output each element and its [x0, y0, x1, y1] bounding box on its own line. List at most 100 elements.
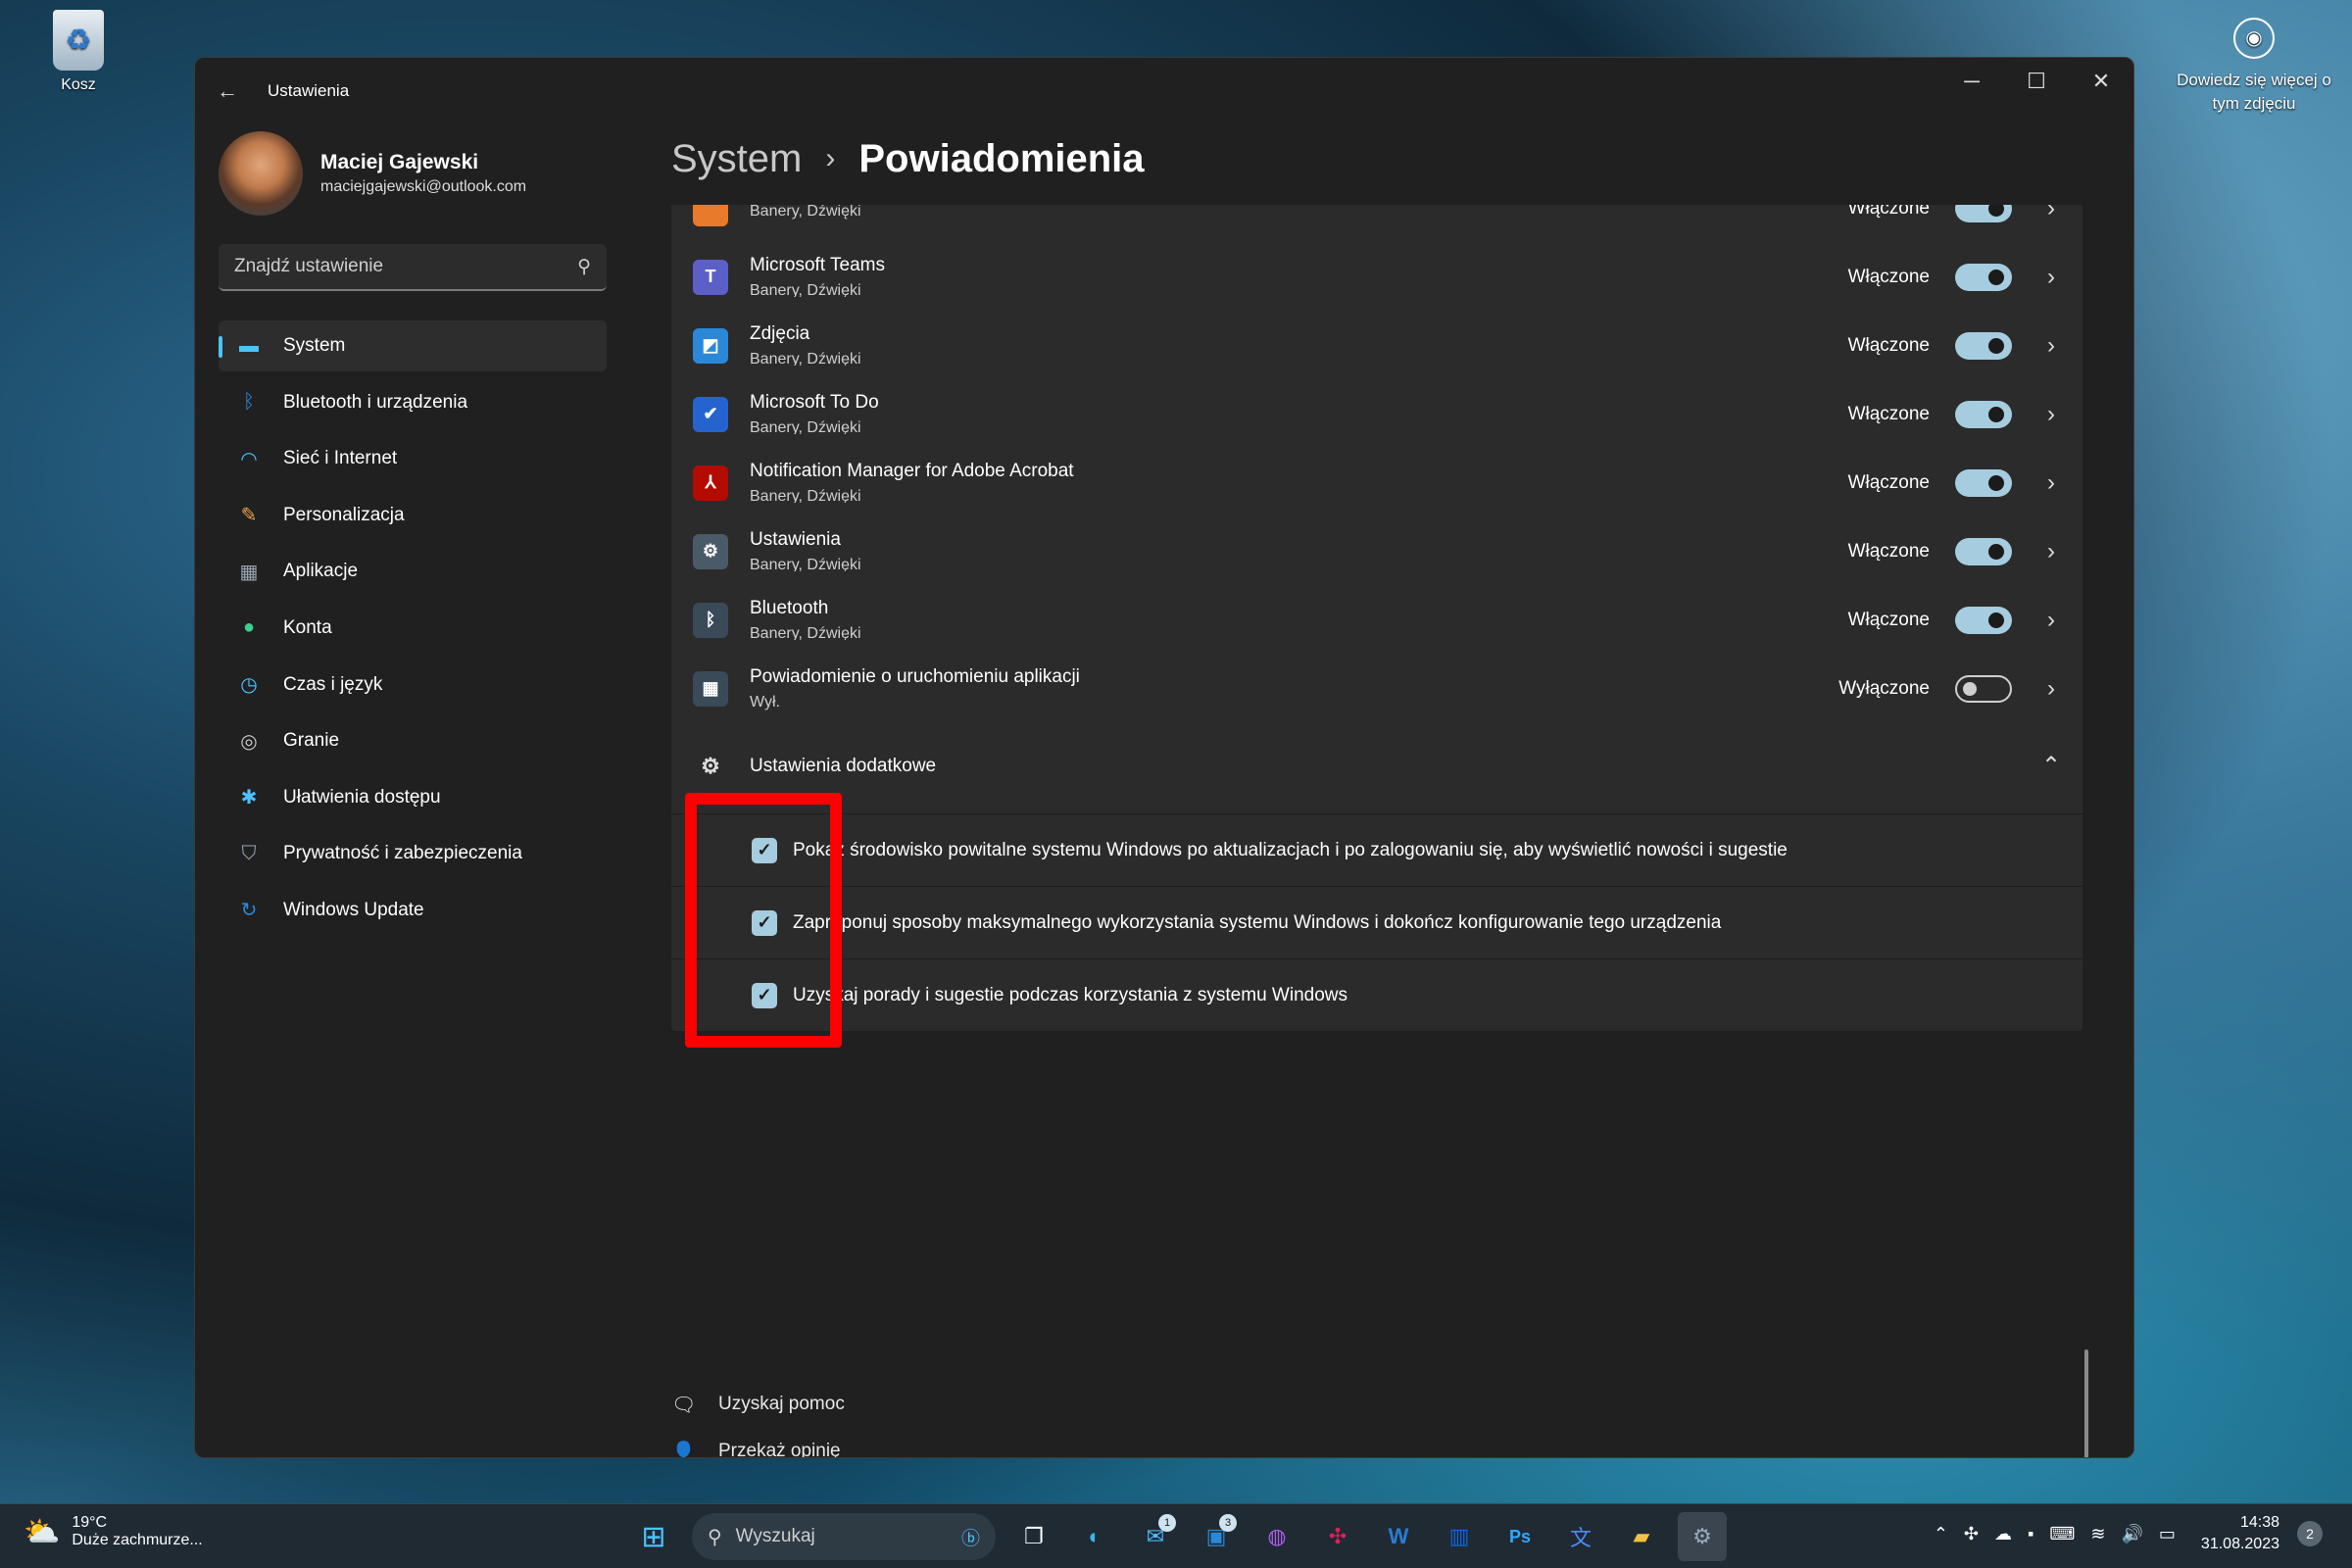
settings-taskbar-button[interactable]: ⚙ — [1678, 1512, 1727, 1561]
chevron-right-icon[interactable]: › — [2032, 675, 2071, 703]
display-icon: ▬ — [239, 334, 259, 357]
app-name: Notification Manager for Adobe Acrobat — [750, 460, 1074, 481]
app-row-text: Microsoft Teams Banery, Dźwięki — [750, 255, 1848, 300]
additional-option[interactable]: ✓ Uzyskaj porady i sugestie podczas korzy… — [671, 959, 2082, 1032]
clock-globe-icon: ◷ — [240, 674, 258, 697]
sidebar-item-7[interactable]: ◎ Granie — [219, 715, 607, 766]
learn-about-picture[interactable]: ◉ Dowiedz się więcej o tym zdjęciu — [2176, 18, 2332, 116]
outlook-button[interactable]: ▣ 3 — [1192, 1512, 1241, 1561]
maximize-button[interactable]: ☐ — [2004, 58, 2069, 105]
taskbar-search[interactable]: ⚲ Wyszukaj ⓑ — [692, 1513, 996, 1560]
app-name: Microsoft To Do — [750, 391, 879, 413]
chevron-right-icon[interactable]: › — [2032, 332, 2071, 360]
translator-button[interactable]: 文 — [1556, 1512, 1605, 1561]
scrollbar[interactable] — [2084, 1349, 2088, 1457]
edge-button[interactable]: ◐ — [1070, 1512, 1119, 1561]
user-profile[interactable]: Maciej Gajewski maciejgajewski@outlook.c… — [219, 124, 607, 222]
settings-window: ← Ustawienia ─ ☐ ✕ Maciej Gajewski macie… — [194, 57, 2134, 1458]
wifi-icon[interactable]: ≋ — [2090, 1524, 2105, 1544]
mail-button[interactable]: ✉ 1 — [1131, 1512, 1180, 1561]
keyboard-icon[interactable]: ⌨ — [2049, 1524, 2075, 1544]
slack-tray-icon[interactable]: ✣ — [1964, 1524, 1979, 1544]
recycle-bin[interactable]: ♻ Kosz — [39, 10, 118, 94]
chevron-up-icon[interactable]: ⌃ — [2032, 752, 2071, 780]
additional-option[interactable]: ✓ Pokaż środowisko powitalne systemu Wind… — [671, 814, 2082, 887]
app-name: Bluetooth — [750, 597, 829, 618]
search-input[interactable]: Znajdź ustawienie ⚲ — [219, 244, 607, 291]
start-button[interactable]: ⊞ — [629, 1512, 678, 1561]
close-button[interactable]: ✕ — [2069, 58, 2133, 105]
chevron-right-icon[interactable]: › — [2032, 538, 2071, 565]
battery-icon[interactable]: ▭ — [2159, 1524, 2176, 1544]
messenger-icon: ◍ — [1267, 1524, 1287, 1548]
checkbox[interactable]: ✓ — [752, 909, 777, 936]
checkbox[interactable]: ✓ — [752, 837, 777, 863]
notification-toggle[interactable] — [1955, 205, 2012, 222]
shield-icon: ⛉ — [241, 842, 257, 864]
app-row-text: Microsoft To Do Banery, Dźwięki — [750, 392, 1848, 437]
slack-button[interactable]: ✣ — [1313, 1512, 1362, 1561]
weather-widget[interactable]: ⛅ 19°C Duże zachmurze... — [24, 1514, 203, 1549]
system-tray: ⌃ ✣ ☁ ▪ ⌨ ≋ 🔊 ▭ 14:38 31.08.2023 2 — [1926, 1512, 2323, 1556]
folder-icon: ▰ — [1633, 1524, 1650, 1548]
device-icon[interactable]: ▪ — [2028, 1524, 2034, 1544]
sidebar-item-2[interactable]: ◠ Sieć i Internet — [219, 433, 607, 484]
checkbox[interactable]: ✓ — [752, 982, 777, 1008]
bluetooth-icon: ᛒ — [243, 391, 255, 414]
word-button[interactable]: W — [1374, 1512, 1423, 1561]
notification-toggle[interactable] — [1955, 331, 2012, 360]
person-icon: ● — [242, 616, 256, 639]
photoshop-button[interactable]: Ps — [1495, 1512, 1544, 1561]
sidebar-item-1[interactable]: ᛒ Bluetooth i urządzenia — [219, 377, 607, 428]
update-icon: ↻ — [240, 900, 258, 922]
notification-toggle[interactable] — [1955, 606, 2012, 634]
additional-settings: ⚙ Ustawienia dodatkowe ⌃ ✓ Pokaż środowisko … — [671, 718, 2082, 1048]
app-row-text: Powiadomienie o uruchomieniu aplikacji Wy… — [750, 666, 1838, 711]
additional-settings-header[interactable]: ⚙ Ustawienia dodatkowe ⌃ — [671, 718, 2082, 814]
clock[interactable]: 14:38 31.08.2023 — [2201, 1512, 2279, 1556]
chevron-right-icon[interactable]: › — [2032, 264, 2071, 291]
sidebar-item-label: Ułatwienia dostępu — [283, 786, 441, 808]
feedback-link[interactable]: 👤 Przekaż opinię — [671, 1428, 845, 1458]
chevron-right-icon[interactable]: › — [2032, 469, 2071, 497]
slack-icon: ✣ — [1328, 1524, 1348, 1548]
trello-button[interactable]: ▥ — [1435, 1512, 1484, 1561]
file-explorer-button[interactable]: ▰ — [1617, 1512, 1666, 1561]
back-button[interactable]: ← — [217, 78, 246, 104]
sidebar-item-10[interactable]: ↻ Windows Update — [219, 885, 607, 936]
notification-toggle[interactable] — [1955, 537, 2012, 565]
notification-toggle[interactable] — [1955, 468, 2012, 497]
help-links: 🗨 Uzyskaj pomoc 👤 Przekaż opinię — [671, 1381, 845, 1458]
option-label: Pokaż środowisko powitalne systemu Windo… — [793, 839, 1788, 860]
chevron-up-icon[interactable]: ⌃ — [1934, 1524, 1948, 1544]
feedback-icon: 👤 — [671, 1441, 696, 1458]
minimize-button[interactable]: ─ — [1939, 58, 2004, 105]
onedrive-icon[interactable]: ☁ — [1994, 1524, 2012, 1544]
notification-toggle[interactable] — [1955, 400, 2012, 428]
additional-option[interactable]: ✓ Zaproponuj sposoby maksymalnego wykorzy… — [671, 887, 2082, 959]
sidebar-item-3[interactable]: ✎ Personalizacja — [219, 490, 607, 541]
sidebar-item-label: Konta — [283, 616, 332, 638]
title-bar: ← Ustawienia — [195, 58, 2133, 124]
sidebar-item-5[interactable]: ● Konta — [219, 603, 607, 654]
sidebar-item-9[interactable]: ⛉ Prywatność i zabezpieczenia — [219, 828, 607, 879]
notification-toggle[interactable] — [1955, 263, 2012, 291]
recycle-bin-icon: ♻ — [53, 10, 104, 71]
notification-toggle[interactable] — [1955, 674, 2012, 703]
chevron-right-icon[interactable]: › — [2032, 607, 2071, 634]
sidebar-item-0[interactable]: ▬ System — [219, 320, 607, 371]
volume-icon[interactable]: 🔊 — [2121, 1524, 2142, 1544]
notification-count[interactable]: 2 — [2297, 1521, 2323, 1547]
breadcrumb-parent[interactable]: System — [671, 137, 802, 181]
sidebar-item-6[interactable]: ◷ Czas i język — [219, 660, 607, 710]
task-view-button[interactable]: ❐ — [1009, 1512, 1058, 1561]
messenger-button[interactable]: ◍ — [1252, 1512, 1301, 1561]
sidebar-item-8[interactable]: ✱ Ułatwienia dostępu — [219, 772, 607, 823]
accessibility-icon: ✱ — [240, 787, 258, 809]
chevron-right-icon[interactable]: › — [2032, 205, 2071, 222]
sidebar-item-4[interactable]: ▦ Aplikacje — [219, 546, 607, 597]
get-help-link[interactable]: 🗨 Uzyskaj pomoc — [671, 1381, 845, 1428]
bing-icon: ⓑ — [960, 1528, 980, 1549]
chevron-right-icon[interactable]: › — [2032, 401, 2071, 428]
app-row-text: Banery, Dźwięki — [750, 205, 1848, 220]
